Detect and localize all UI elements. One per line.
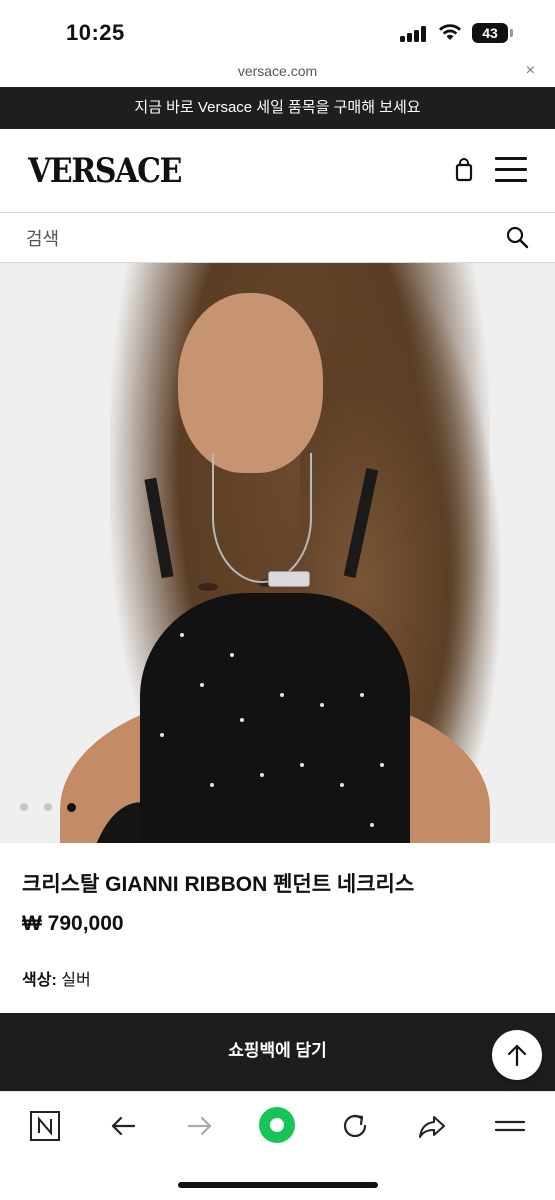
forward-arrow-icon[interactable] xyxy=(184,1110,216,1142)
color-value: 실버 xyxy=(61,972,91,989)
add-to-bag-button[interactable]: 쇼핑백에 담기 xyxy=(0,1013,555,1091)
crystal-stud xyxy=(300,763,304,767)
crystal-stud xyxy=(370,823,374,827)
share-icon[interactable] xyxy=(416,1110,448,1142)
battery-icon: 43 xyxy=(472,23,508,43)
battery-cap xyxy=(510,29,513,37)
reload-icon[interactable] xyxy=(339,1110,371,1142)
shopping-bag-icon[interactable] xyxy=(453,157,475,183)
crystal-stud xyxy=(380,763,384,767)
necklace-pendant xyxy=(268,571,310,587)
crystal-stud xyxy=(210,783,214,787)
crystal-stud xyxy=(230,653,234,657)
search-input[interactable]: 검색 xyxy=(26,225,59,251)
site-header: VERSACE xyxy=(0,129,555,212)
hamburger-menu-icon[interactable] xyxy=(495,157,527,183)
naver-n-icon[interactable] xyxy=(29,1110,61,1142)
browser-url-bar[interactable]: versace.com × xyxy=(0,60,555,86)
signal-icon xyxy=(400,26,428,42)
crystal-stud xyxy=(200,683,204,687)
crystal-stud xyxy=(280,693,284,697)
gallery-dot-2[interactable] xyxy=(44,803,52,811)
gallery-dot-1[interactable] xyxy=(20,803,28,811)
product-image[interactable] xyxy=(0,263,555,843)
close-icon[interactable]: × xyxy=(526,62,535,80)
crystal-stud xyxy=(260,773,264,777)
crystal-stud xyxy=(160,733,164,737)
status-bar: 10:25 43 xyxy=(0,0,555,60)
search-icon[interactable] xyxy=(505,225,529,249)
color-label: 색상: xyxy=(22,972,57,989)
home-indicator xyxy=(178,1182,378,1188)
crystal-stud xyxy=(180,633,184,637)
wifi-icon xyxy=(439,24,461,40)
crystal-stud xyxy=(320,703,324,707)
promo-banner[interactable]: 지금 바로 Versace 세일 품목을 구매해 보세요 xyxy=(0,87,555,129)
green-dot-home-icon[interactable] xyxy=(257,1105,297,1145)
menu-icon[interactable] xyxy=(494,1110,526,1142)
product-color: 색상: 실버 xyxy=(22,966,91,990)
product-price: ₩ 790,000 xyxy=(22,912,124,935)
url-text[interactable]: versace.com xyxy=(0,63,555,79)
scroll-to-top-button[interactable] xyxy=(492,1030,542,1080)
gallery-dot-3-active[interactable] xyxy=(67,802,76,812)
crystal-stud xyxy=(240,718,244,722)
back-arrow-icon[interactable] xyxy=(107,1110,139,1142)
model-face xyxy=(178,293,323,473)
search-bar[interactable]: 검색 xyxy=(0,212,555,263)
arrow-up-icon xyxy=(507,1044,527,1067)
garment-body xyxy=(140,593,410,843)
necklace-chain xyxy=(212,453,312,583)
versace-logo[interactable]: VERSACE xyxy=(28,151,182,191)
status-time: 10:25 xyxy=(66,20,125,45)
crystal-stud xyxy=(360,693,364,697)
model-eye-left xyxy=(198,583,218,591)
crystal-stud xyxy=(340,783,344,787)
product-title: 크리스탈 GIANNI RIBBON 펜던트 네크리스 xyxy=(22,873,415,896)
